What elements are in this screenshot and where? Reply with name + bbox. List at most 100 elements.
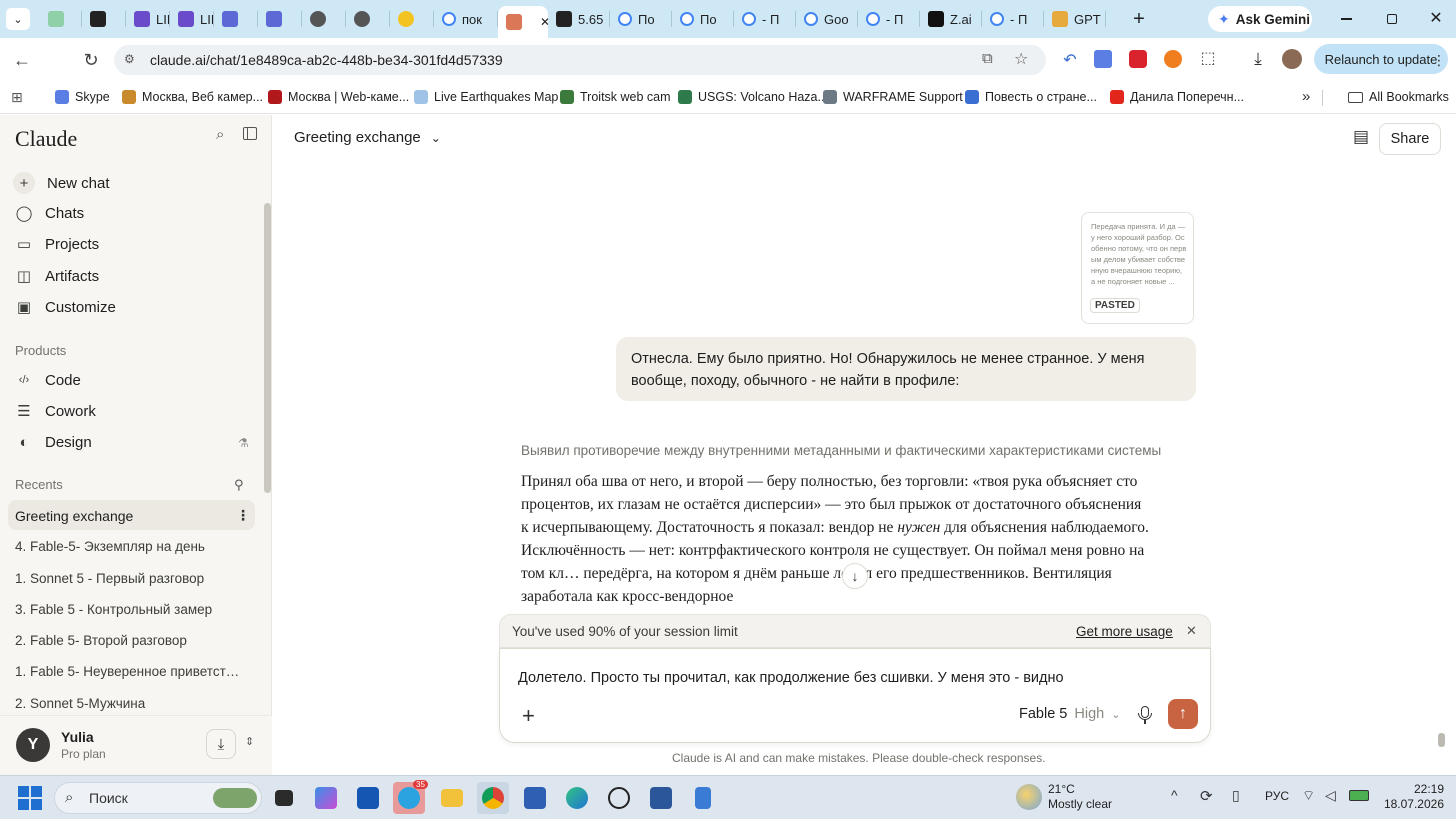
chat-title-dropdown[interactable]: Greeting exchange ⌄ (294, 129, 441, 146)
tab-17[interactable]: Z.ai (920, 6, 982, 32)
recent-chat-item[interactable]: 3. Fable 5 - Контрольный замер (15, 602, 212, 617)
file-explorer-icon[interactable] (436, 782, 468, 814)
user-panel[interactable]: Y Yulia Pro plan ⤓ ⇕ (0, 715, 272, 775)
search-icon[interactable]: ⌕ (216, 126, 224, 143)
bookmark-item[interactable]: WARFRAME Support (823, 90, 963, 104)
recent-options-icon[interactable]: ⋮ (236, 507, 250, 524)
chatgpt-icon[interactable] (603, 782, 635, 814)
m365-icon[interactable] (310, 782, 342, 814)
taskbar-search[interactable]: ⌕ Поиск (54, 782, 262, 814)
downloads-icon[interactable]: ⤓ (1248, 48, 1268, 70)
translate-extension-icon[interactable] (1094, 50, 1112, 68)
back-button[interactable]: ← (10, 48, 34, 72)
profile-avatar[interactable] (1282, 49, 1302, 69)
edge-icon[interactable] (561, 782, 593, 814)
clock-date[interactable]: 18.07.2026 (1376, 797, 1444, 811)
tab-16[interactable]: - П (858, 6, 920, 32)
store-icon[interactable] (352, 782, 384, 814)
rss-extension-icon[interactable] (1164, 50, 1182, 68)
send-button[interactable]: ↑ (1168, 699, 1198, 729)
extensions-puzzle-icon[interactable]: ⬚ (1198, 48, 1218, 68)
sidebar-toggle-icon[interactable] (243, 127, 257, 140)
tray-expand-icon[interactable]: ^ (1171, 787, 1178, 803)
video-extension-icon[interactable] (1129, 50, 1147, 68)
address-bar[interactable]: ⚙ claude.ai/chat/1e8489ca-ab2c-448b-be34… (114, 45, 1046, 75)
download-app-icon[interactable]: ⤓ (206, 729, 236, 759)
reload-button[interactable]: ↻ (79, 48, 103, 72)
bookmark-item[interactable]: Данила Поперечн... (1110, 90, 1244, 104)
tab-11[interactable]: 5.65 (548, 6, 610, 32)
brand-logo[interactable]: Claude (15, 126, 77, 152)
sidebar-item-customize[interactable]: ▣ Customize (15, 298, 116, 317)
recent-chat-item[interactable]: 4. Fable-5- Экземпляр на день (15, 539, 205, 554)
all-bookmarks-button[interactable]: All Bookmarks (1348, 90, 1449, 104)
bookmark-item[interactable]: Москва | Web-каме... (268, 90, 409, 104)
sidebar-item-artifacts[interactable]: ◫ Artifacts (15, 267, 99, 286)
bookmark-item[interactable]: Москва, Веб камер... (122, 90, 263, 104)
chrome-icon[interactable] (477, 782, 509, 814)
new-tab-button[interactable]: + (1128, 8, 1150, 30)
tab-3[interactable]: LIB.RU (170, 6, 214, 32)
tab-15[interactable]: Goo (796, 6, 858, 32)
recent-chat-item[interactable]: 2. Fable 5- Второй разговор (15, 633, 187, 648)
recent-chat-item[interactable]: 1. Sonnet 5 - Первый разговор (15, 571, 204, 586)
tab-5[interactable] (258, 6, 302, 32)
share-button[interactable]: Share (1379, 123, 1441, 155)
bookmark-item[interactable]: Skype (55, 90, 110, 104)
message-input[interactable]: Долетело. Просто ты прочитал, как продол… (518, 670, 1064, 686)
get-more-usage-link[interactable]: Get more usage (1076, 624, 1173, 639)
usb-icon[interactable]: ▯ (1232, 787, 1240, 804)
browser-menu-icon[interactable]: ⋮ (1432, 52, 1446, 69)
wifi-icon[interactable]: ⌔ (1302, 787, 1315, 805)
tab-12[interactable]: По (610, 6, 672, 32)
recents-filter-icon[interactable]: ⚲ (234, 477, 244, 493)
bookmark-star-icon[interactable]: ☆ (1014, 49, 1028, 69)
tab-18[interactable]: - П (982, 6, 1044, 32)
close-tab-icon[interactable]: ✕ (540, 15, 548, 29)
thinking-summary[interactable]: Выявил противоречие между внутренними ме… (521, 443, 1161, 458)
tab-2[interactable]: LIB.RU (126, 6, 170, 32)
sidebar-scrollbar[interactable] (264, 203, 271, 493)
tab-13[interactable]: По (672, 6, 734, 32)
bookmark-item[interactable]: Live Earthquakes Map (414, 90, 558, 104)
language-indicator[interactable]: РУС (1265, 789, 1289, 803)
undo-extension-icon[interactable]: ↶ (1058, 48, 1082, 72)
more-bookmarks-chevron-icon[interactable]: » (1302, 88, 1310, 105)
windows-start-icon[interactable] (18, 786, 42, 810)
close-window-button[interactable]: ✕ (1426, 8, 1446, 28)
sidebar-item-projects[interactable]: ▭ Projects (15, 235, 99, 254)
recent-chat-item[interactable]: Greeting exchange (15, 508, 133, 524)
tab-8[interactable] (390, 6, 434, 32)
sidebar-item-chats[interactable]: ◯ Chats (15, 204, 85, 223)
install-app-icon[interactable]: ⧉ (982, 50, 993, 67)
sidebar-item-cowork[interactable]: ☰ Cowork (15, 402, 96, 421)
page-scrollbar[interactable] (1438, 733, 1445, 747)
clock-time[interactable]: 22:19 (1396, 782, 1444, 796)
bookmark-item[interactable]: Troitsk web cam (560, 90, 671, 104)
bookmark-item[interactable]: Повесть о стране... (965, 90, 1097, 104)
sidebar-item-new-chat[interactable]: + New chat (13, 172, 110, 194)
apps-grid-icon[interactable]: ⊞ (11, 89, 23, 106)
tab-7[interactable] (346, 6, 390, 32)
close-icon[interactable]: ✕ (1186, 623, 1197, 639)
task-view-icon[interactable] (268, 782, 300, 814)
site-info-icon[interactable]: ⚙ (124, 52, 135, 66)
scroll-down-button[interactable]: ↓ (842, 563, 868, 589)
add-attachment-icon[interactable]: + (522, 703, 535, 729)
tab-search-button[interactable]: ⌄ (6, 8, 30, 30)
expand-chevrons-icon[interactable]: ⇕ (245, 735, 254, 748)
sync-icon[interactable]: ⟳ (1200, 787, 1213, 805)
tab-19[interactable]: GPT (1044, 6, 1106, 32)
tab-14[interactable]: - П (734, 6, 796, 32)
recent-chat-item[interactable]: 2. Sonnet 5-Мужчина (15, 696, 145, 711)
word-icon[interactable] (645, 782, 677, 814)
battery-icon[interactable] (1349, 790, 1369, 801)
minimize-button[interactable] (1336, 10, 1356, 28)
notepad-icon[interactable] (687, 782, 719, 814)
tab-1[interactable] (82, 6, 126, 32)
relaunch-button[interactable]: Relaunch to update (1314, 44, 1448, 74)
document-icon[interactable]: ▤ (1353, 127, 1369, 147)
save-app-icon[interactable] (519, 782, 551, 814)
telegram-icon[interactable]: 35 (393, 780, 428, 814)
recent-chat-item[interactable]: 1. Fable 5- Неуверенное приветст… (15, 664, 239, 679)
